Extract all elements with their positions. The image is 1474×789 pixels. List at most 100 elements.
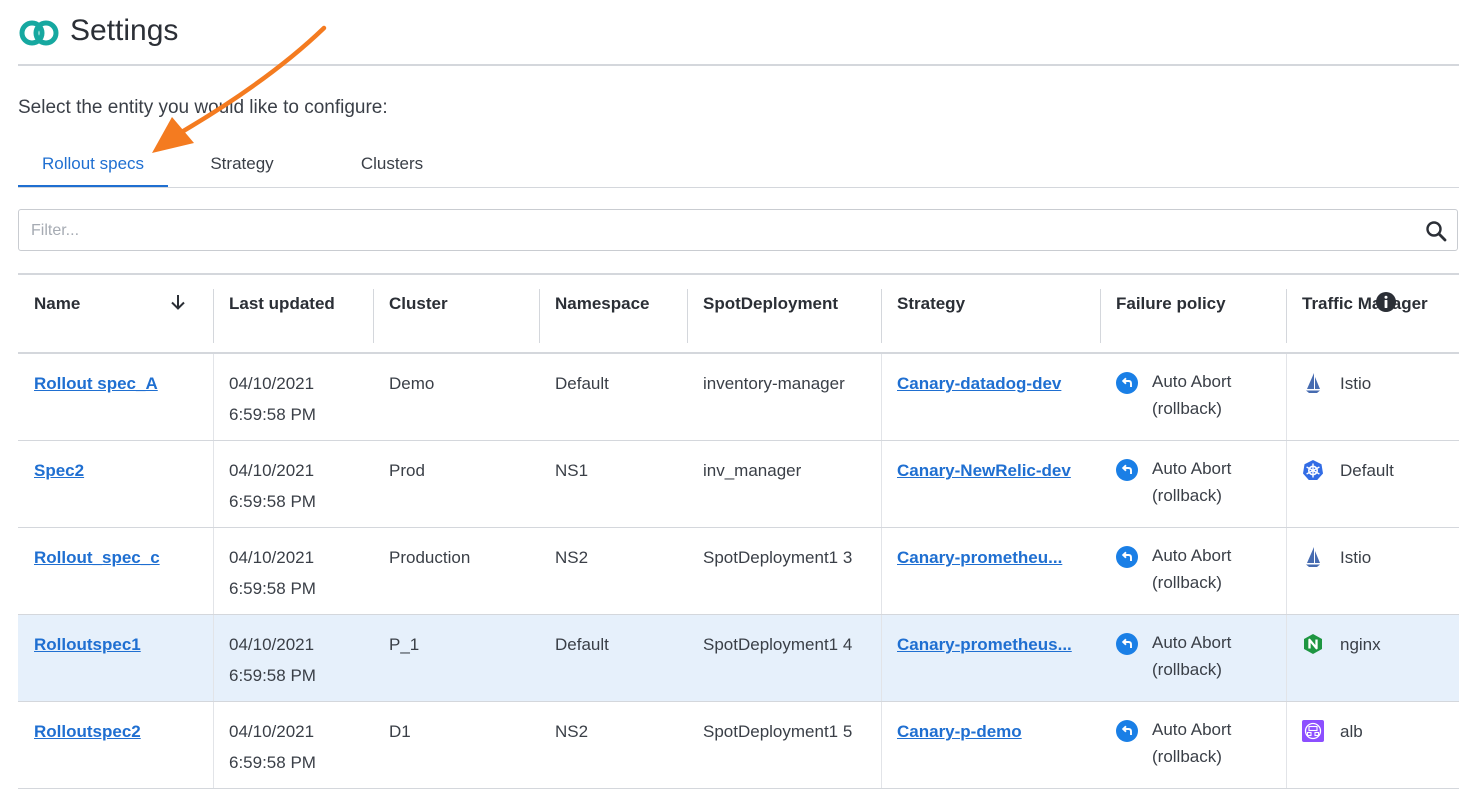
traffic-manager-label: alb <box>1340 722 1363 741</box>
page-title: Settings <box>70 14 179 47</box>
cell-strategy: Canary-NewRelic-dev <box>881 441 1100 528</box>
cell-traffic-manager: nginx <box>1286 615 1459 702</box>
cell-name: Rollout_spec_c <box>18 528 213 615</box>
updated-date: 04/10/2021 <box>229 722 315 741</box>
cell-spotdeployment: inv_manager <box>703 461 802 480</box>
tab-rollout-specs[interactable]: Rollout specs <box>18 145 168 187</box>
rollout-spec-link[interactable]: Rollout spec_A <box>34 374 158 393</box>
filter-input[interactable] <box>29 210 1413 252</box>
rollback-icon <box>1116 633 1138 655</box>
sort-arrow-down-icon[interactable] <box>169 293 187 311</box>
updated-time: 6:59:58 PM <box>229 579 316 598</box>
traffic-manager-label: Istio <box>1340 374 1372 393</box>
rollback-icon <box>1116 372 1138 394</box>
cell-strategy: Canary-prometheu... <box>881 528 1100 615</box>
failure-policy-sublabel: (rollback) <box>1152 573 1222 592</box>
cell-traffic-manager: alb <box>1286 702 1459 789</box>
column-header-last-updated[interactable]: Last updated <box>213 274 373 353</box>
app-logo-icon <box>19 20 59 46</box>
kubernetes-icon <box>1302 459 1324 481</box>
table-header-row: Name Last updated Cluster Namespace Spot… <box>18 274 1459 353</box>
cell-namespace: Default <box>555 374 609 393</box>
updated-date: 04/10/2021 <box>229 548 315 567</box>
rollout-spec-link[interactable]: Rolloutspec2 <box>34 722 141 741</box>
table-row[interactable]: Rolloutspec1 04/10/2021 6:59:58 PM P_1 Defau… <box>18 614 1459 702</box>
failure-policy-label: Auto Abort <box>1152 372 1232 391</box>
cell-spotdeployment: SpotDeployment1 4 <box>703 635 853 654</box>
failure-policy-label: Auto Abort <box>1152 633 1232 652</box>
updated-time: 6:59:58 PM <box>229 405 316 424</box>
column-header-cluster[interactable]: Cluster <box>373 274 539 353</box>
column-header-strategy[interactable]: Strategy <box>881 274 1100 353</box>
updated-date: 04/10/2021 <box>229 374 315 393</box>
tab-strategy[interactable]: Strategy <box>190 145 294 185</box>
alb-icon <box>1302 720 1324 742</box>
failure-policy-sublabel: (rollback) <box>1152 486 1222 505</box>
rollback-icon <box>1116 459 1138 481</box>
table-row[interactable]: Rolloutspec2 04/10/2021 6:59:58 PM D1 NS2 Spo… <box>18 702 1459 789</box>
cell-failure-policy: Auto Abort (rollback) <box>1100 441 1286 528</box>
cell-name: Rollout spec_A <box>18 353 213 441</box>
cell-spotdeployment: inventory-manager <box>703 374 845 393</box>
cell-failure-policy: Auto Abort (rollback) <box>1100 528 1286 615</box>
entity-tabs: Rollout specs Strategy Clusters <box>18 145 1459 188</box>
cell-spotdeployment: SpotDeployment1 5 <box>703 722 853 741</box>
cell-name: Spec2 <box>18 441 213 528</box>
cell-failure-policy: Auto Abort (rollback) <box>1100 615 1286 702</box>
tab-clusters[interactable]: Clusters <box>344 145 440 185</box>
failure-policy-label: Auto Abort <box>1152 720 1232 739</box>
rollout-spec-link[interactable]: Rolloutspec1 <box>34 635 141 654</box>
updated-date: 04/10/2021 <box>229 461 315 480</box>
rollout-specs-table: Name Last updated Cluster Namespace Spot… <box>18 273 1459 789</box>
cell-namespace: Default <box>555 635 609 654</box>
failure-policy-label: Auto Abort <box>1152 546 1232 565</box>
istio-icon <box>1302 546 1324 568</box>
cell-namespace: NS1 <box>555 461 589 480</box>
table-row[interactable]: Spec2 04/10/2021 6:59:58 PM Prod NS1 inv_mana… <box>18 441 1459 528</box>
strategy-link[interactable]: Canary-NewRelic-dev <box>897 461 1071 480</box>
column-header-name[interactable]: Name <box>18 274 213 353</box>
table-row[interactable]: Rollout spec_A 04/10/2021 6:59:58 PM Demo De… <box>18 353 1459 441</box>
cell-cluster: D1 <box>389 722 411 741</box>
rollback-icon <box>1116 546 1138 568</box>
column-header-namespace[interactable]: Namespace <box>539 274 687 353</box>
cell-cluster: Prod <box>389 461 425 480</box>
cell-cluster: Production <box>389 548 471 567</box>
updated-time: 6:59:58 PM <box>229 753 316 772</box>
column-header-traffic-manager[interactable]: Traffic Manager <box>1286 274 1459 353</box>
cell-last-updated: 04/10/2021 6:59:58 PM <box>213 702 373 789</box>
info-icon[interactable] <box>1375 291 1397 313</box>
table-row[interactable]: Rollout_spec_c 04/10/2021 6:59:58 PM Produc… <box>18 528 1459 615</box>
cell-namespace: NS2 <box>555 548 589 567</box>
cell-last-updated: 04/10/2021 6:59:58 PM <box>213 528 373 615</box>
search-icon[interactable] <box>1425 220 1447 242</box>
cell-cluster: P_1 <box>389 635 420 654</box>
strategy-link[interactable]: Canary-datadog-dev <box>897 374 1061 393</box>
strategy-link[interactable]: Canary-p-demo <box>897 722 1022 741</box>
cell-traffic-manager: Istio <box>1286 528 1459 615</box>
cell-failure-policy: Auto Abort (rollback) <box>1100 702 1286 789</box>
nginx-icon <box>1302 633 1324 655</box>
column-header-failure-policy[interactable]: Failure policy <box>1100 274 1286 353</box>
failure-policy-label: Auto Abort <box>1152 459 1232 478</box>
strategy-link[interactable]: Canary-prometheu... <box>897 548 1062 567</box>
failure-policy-sublabel: (rollback) <box>1152 747 1222 766</box>
rollout-spec-link[interactable]: Spec2 <box>34 461 84 480</box>
traffic-manager-label: Istio <box>1340 548 1372 567</box>
cell-spotdeployment: SpotDeployment1 3 <box>703 548 853 567</box>
updated-date: 04/10/2021 <box>229 635 315 654</box>
updated-time: 6:59:58 PM <box>229 492 316 511</box>
rollback-icon <box>1116 720 1138 742</box>
istio-icon <box>1302 372 1324 394</box>
cell-traffic-manager: Istio <box>1286 353 1459 441</box>
column-header-spotdeployment[interactable]: SpotDeployment <box>687 274 881 353</box>
traffic-manager-label: nginx <box>1340 635 1381 654</box>
rollout-spec-link[interactable]: Rollout_spec_c <box>34 548 160 567</box>
cell-namespace: NS2 <box>555 722 589 741</box>
strategy-link[interactable]: Canary-prometheus... <box>897 635 1072 654</box>
cell-strategy: Canary-prometheus... <box>881 615 1100 702</box>
failure-policy-sublabel: (rollback) <box>1152 660 1222 679</box>
cell-last-updated: 04/10/2021 6:59:58 PM <box>213 615 373 702</box>
cell-name: Rolloutspec2 <box>18 702 213 789</box>
cell-failure-policy: Auto Abort (rollback) <box>1100 353 1286 441</box>
